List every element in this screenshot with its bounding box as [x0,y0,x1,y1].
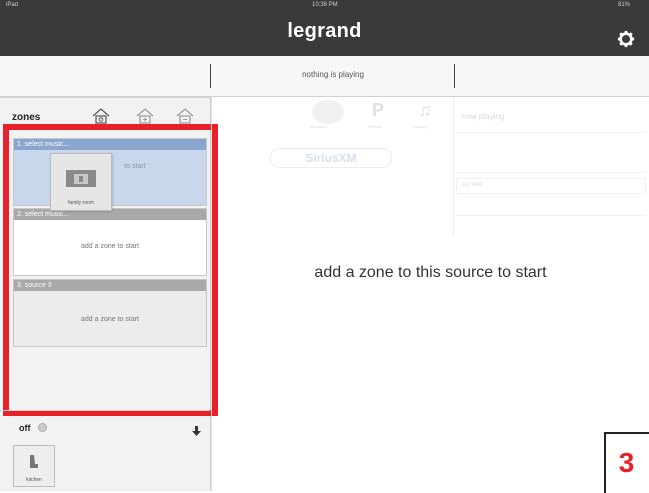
source-empty-message: add a zone to this source to start [314,264,547,281]
library-icon: ♫ [418,100,432,120]
up-next-label: up next [463,182,483,188]
strip-divider-right [454,64,455,88]
divider [456,172,646,173]
power-toggle-icon[interactable] [38,423,47,432]
power-state-label: off [19,423,31,433]
panel-divider-bottom [0,410,210,411]
home-add-icon[interactable] [136,108,154,124]
presets-icon: P [372,100,385,120]
arrow-down-icon[interactable] [192,426,201,436]
zones-label: zones [12,112,41,123]
now-playing-strip[interactable]: nothing is playing [0,56,649,97]
home-all-icon[interactable] [92,108,110,124]
annotation-number: 3 [618,447,635,478]
library-tab[interactable]: Library [414,124,426,129]
title-bar: legrand [0,12,649,57]
strip-divider-left [210,64,211,88]
highlight-box [3,124,218,416]
up-next-field[interactable]: up next [456,178,646,194]
divider [456,215,646,216]
source-area-divider [211,97,212,491]
brand-logo-siriusxm: SiriusXM [270,148,392,168]
settings-gear-icon[interactable] [617,30,635,48]
device-label: iPad [6,2,19,8]
home-remove-icon[interactable] [176,108,194,124]
source-column-divider [453,97,454,237]
now-playing-status: nothing is playing [302,70,364,79]
clock: 10:36 PM [312,2,338,8]
divider [456,132,646,133]
presets-tab[interactable]: Presets [368,124,382,129]
battery-level: 81% [618,2,631,8]
room-tile-kitchen[interactable]: kitchen [13,445,55,487]
now-playing-heading: now playing [462,112,505,121]
panel-divider [0,97,210,98]
favourites-tab[interactable]: favourites [310,124,327,129]
room-tile-label: kitchen [26,477,42,483]
app-title: legrand [287,20,362,42]
favourites-icon [312,100,344,124]
status-bar: iPad 10:36 PM 81% [0,0,649,12]
kitchen-icon [30,455,38,468]
